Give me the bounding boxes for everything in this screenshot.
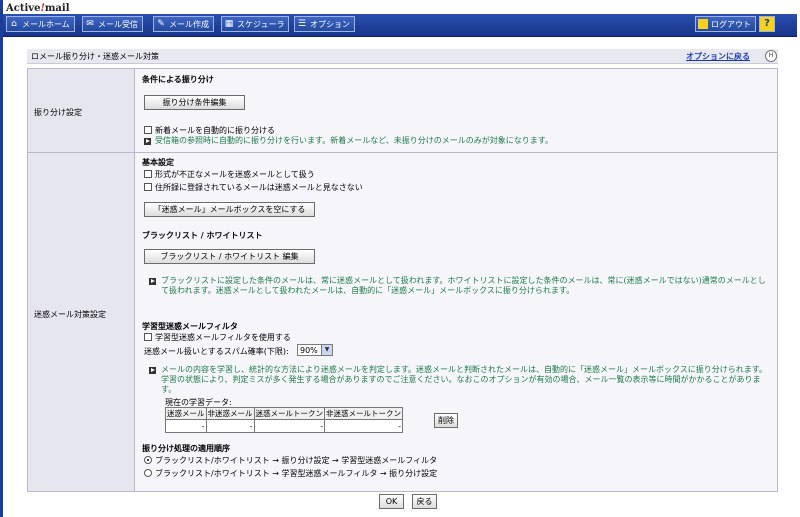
edit-sorting-rules-button[interactable]: 振り分け条件編集 [144, 95, 245, 110]
logout-icon [698, 19, 708, 29]
note-bullet-icon [144, 138, 151, 145]
sort-order-heading: 振り分け処理の適用順序 [142, 444, 230, 453]
learning-filter-option: 学習型迷惑メールフィルタを使用する [144, 332, 291, 343]
top-nav-bar: ⌂ メールホーム ✉ メール受信 ✎ メール作成 ▦ スケジューラ ☰ オプション ログア… [3, 14, 797, 37]
back-button[interactable]: 戻る [412, 494, 437, 509]
nav-scheduler[interactable]: ▦ スケジューラ [221, 16, 290, 32]
nav-mail-inbox[interactable]: ✉ メール受信 [82, 16, 143, 32]
chevron-down-icon: ▼ [321, 345, 332, 355]
table-cell: - [205, 419, 255, 433]
page-title: ロメール振り分け・迷惑メール対策 [31, 52, 159, 61]
auto-sort-label: 新着メールを自動的に振り分ける [155, 126, 275, 135]
nav-label: スケジューラ [237, 19, 285, 29]
address-book-option: 住所録に登録されているメールは迷惑メールと見なさない [144, 182, 363, 193]
edit-blacklist-button[interactable]: ブラックリスト / ホワイトリスト 編集 [144, 249, 315, 264]
note-bullet-icon [149, 367, 156, 374]
logo-text: Active [6, 3, 41, 14]
sort-order-radio-1[interactable] [144, 456, 152, 464]
spam-threshold-label: 迷惑メール扱いとするスパム確率(下限): [144, 347, 289, 356]
nav-label: メールホーム [22, 19, 70, 29]
mail-inbox-icon: ✉ [86, 19, 94, 29]
help-button[interactable]: ? [759, 16, 775, 32]
malformed-mail-label: 形式が不正なメールを迷惑メールとして扱う [155, 170, 315, 179]
column-header: 非迷惑メールトークン [324, 407, 403, 420]
sort-order-radio-2[interactable] [144, 469, 152, 477]
app-logo: Active!mail [6, 3, 70, 14]
address-book-label: 住所録に登録されているメールは迷惑メールと見なさない [155, 183, 363, 192]
nav-compose[interactable]: ✎ メール作成 [153, 16, 214, 32]
column-header: 迷惑メールトークン [253, 407, 325, 420]
learning-filter-label: 学習型迷惑メールフィルタを使用する [155, 333, 291, 342]
malformed-mail-option: 形式が不正なメールを迷惑メールとして扱う [144, 169, 315, 180]
table-cell: - [324, 419, 403, 433]
table-cell: - [165, 419, 207, 433]
auto-sort-note: 受信箱の参照時に自動的に振り分けを行います。新着メールなど、未振り分けのメールの… [155, 136, 553, 145]
learning-data-table: 迷惑メール 非迷惑メール 迷惑メールトークン 非迷惑メールトークン - - - … [165, 407, 403, 433]
logo-text-2: mail [44, 3, 70, 14]
section-label-sorting: 振り分け設定 [34, 108, 82, 117]
basic-settings-heading: 基本設定 [142, 158, 174, 167]
note-bullet-icon [149, 278, 156, 285]
blacklist-note: ブラックリストに設定した条件のメールは、常に迷惑メールとして扱われます。ホワイト… [161, 276, 766, 295]
sort-order-label-1: ブラックリスト/ホワイトリスト → 振り分け設定 → 学習型迷惑メールフィルタ [155, 456, 438, 465]
sort-order-option-1: ブラックリスト/ホワイトリスト → 振り分け設定 → 学習型迷惑メールフィルタ [144, 455, 437, 466]
options-icon: ☰ [297, 19, 307, 29]
column-header: 非迷惑メール [205, 407, 255, 420]
window-left-border [0, 0, 3, 517]
section-label-cell: 振り分け設定 [28, 69, 135, 152]
ok-button[interactable]: OK [379, 494, 404, 509]
blacklist-heading: ブラックリスト / ホワイトリスト [142, 231, 263, 240]
column-header: 迷惑メール [165, 407, 207, 420]
page: Active!mail ⌂ メールホーム ✉ メール受信 ✎ メール作成 ▦ スケジュー… [0, 0, 800, 517]
nav-label: メール作成 [169, 19, 209, 29]
help-h-icon[interactable]: H [765, 50, 777, 62]
section-label-spam: 迷惑メール対策設定 [34, 310, 106, 319]
sort-order-option-2: ブラックリスト/ホワイトリスト → 学習型迷惑メールフィルタ → 振り分け設定 [144, 468, 437, 479]
home-icon: ⌂ [11, 19, 17, 29]
delete-learning-data-button[interactable]: 削除 [434, 413, 458, 428]
logout-label: ログアウト [711, 19, 751, 29]
section-label-cell: 迷惑メール対策設定 [28, 153, 135, 491]
learning-filter-checkbox[interactable] [144, 333, 152, 341]
nav-label: オプション [310, 19, 350, 29]
calendar-icon: ▦ [224, 19, 234, 29]
empty-spam-mailbox-button[interactable]: 「迷惑メール」メールボックスを空にする [144, 202, 315, 217]
nav-label: メール受信 [98, 19, 138, 29]
auto-sort-checkbox[interactable] [144, 126, 152, 134]
compose-icon: ✎ [157, 19, 165, 29]
learning-filter-note: メールの内容を学習し、統計的な方法により迷惑メールを判定します。迷惑メールと判断… [161, 365, 767, 394]
table-cell: - [253, 419, 325, 433]
spam-threshold-select[interactable]: 90% ▼ [297, 344, 333, 356]
logout-button[interactable]: ログアウト [695, 16, 756, 32]
address-book-checkbox[interactable] [144, 183, 152, 191]
settings-table: 振り分け設定 迷惑メール対策設定 条件による振り分け 振り分け条件編集 新着メー… [27, 68, 778, 492]
sorting-heading: 条件による振り分け [142, 75, 214, 84]
spam-threshold-value: 90% [300, 345, 318, 355]
row-divider [28, 152, 777, 153]
sort-order-label-2: ブラックリスト/ホワイトリスト → 学習型迷惑メールフィルタ → 振り分け設定 [155, 469, 438, 478]
nav-mail-home[interactable]: ⌂ メールホーム [6, 16, 75, 32]
page-title-bar: ロメール振り分け・迷惑メール対策 オプションに戻る H [27, 49, 778, 64]
back-to-options-link[interactable]: オプションに戻る [686, 51, 750, 62]
auto-sort-option: 新着メールを自動的に振り分ける [144, 125, 275, 136]
nav-options[interactable]: ☰ オプション [294, 16, 355, 32]
malformed-mail-checkbox[interactable] [144, 170, 152, 178]
learning-filter-heading: 学習型迷惑メールフィルタ [142, 322, 238, 331]
